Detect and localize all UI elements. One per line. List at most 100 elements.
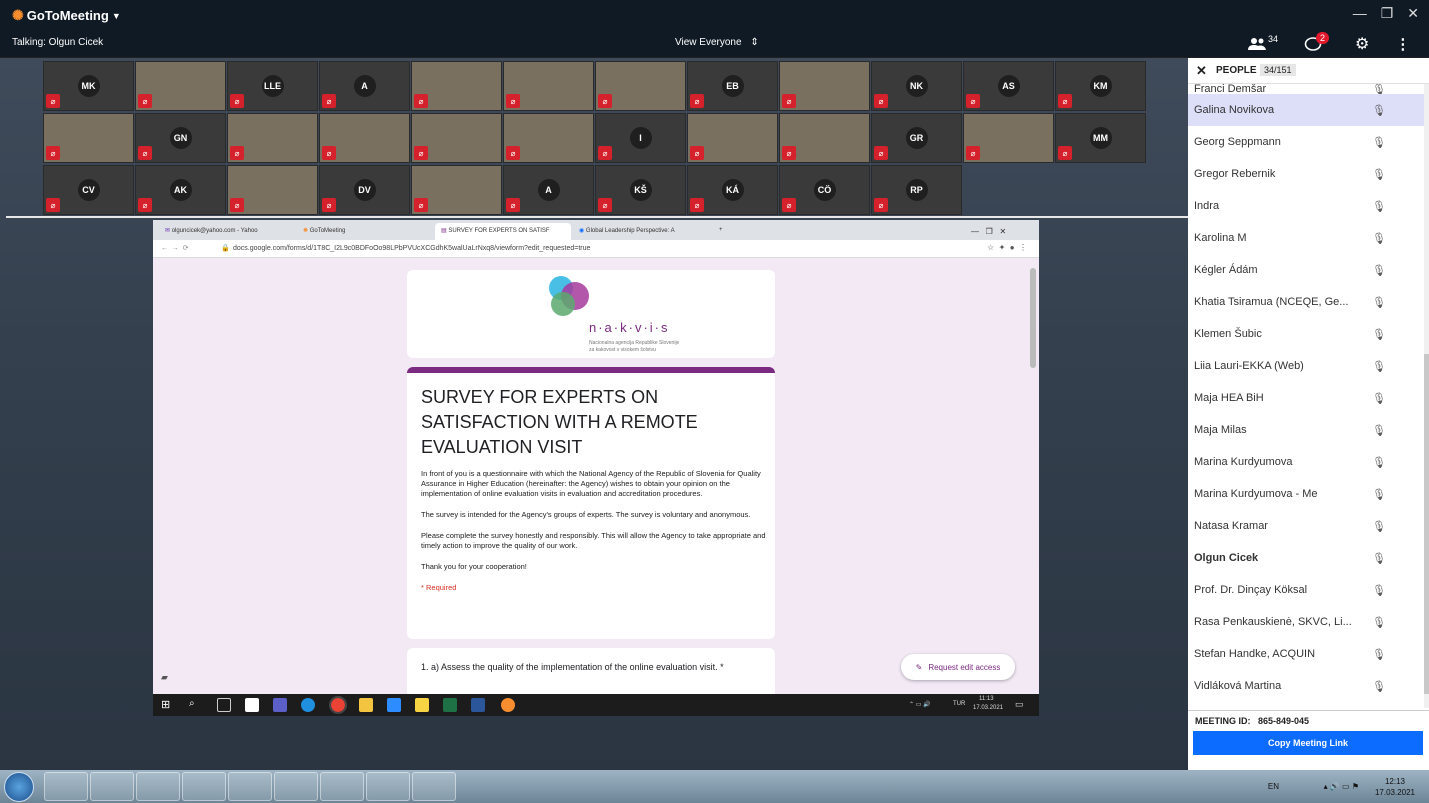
gotomeeting-icon[interactable]	[412, 772, 456, 801]
calculator-icon[interactable]	[182, 772, 226, 801]
video-tile[interactable]: MK ⌀	[43, 61, 134, 111]
video-tile[interactable]: CV ⌀	[43, 165, 134, 215]
participant-row[interactable]: Liia Lauri-EKKA (Web) 🎙	[1188, 350, 1424, 382]
mic-muted-icon[interactable]: 🎙	[1372, 168, 1386, 181]
sticky-notes-icon[interactable]	[415, 698, 429, 712]
address-bar[interactable]: ← → ⟳ 🔒 docs.google.com/forms/d/1T8C_I2L…	[153, 240, 1039, 258]
video-tile[interactable]: ⌀	[779, 113, 870, 163]
mic-muted-icon[interactable]: 🎙	[1372, 584, 1386, 597]
video-tile[interactable]: ⌀	[963, 113, 1054, 163]
video-tile[interactable]: A ⌀	[319, 61, 410, 111]
video-tile[interactable]: ⌀	[411, 61, 502, 111]
participant-row[interactable]: Maja HEA BiH 🎙	[1188, 382, 1424, 414]
taskbar-clock[interactable]: 12:13 17.03.2021	[1375, 776, 1415, 798]
video-tile[interactable]: CÖ ⌀	[779, 165, 870, 215]
participant-row[interactable]: Rasa Penkauskienė, SKVC, Li... 🎙	[1188, 606, 1424, 638]
video-tile[interactable]: KÁ ⌀	[687, 165, 778, 215]
excel-icon[interactable]	[443, 698, 457, 712]
participant-row[interactable]: Galina Novikova 🎙	[1188, 94, 1424, 126]
gotomeeting-icon[interactable]	[501, 698, 515, 712]
screen-share-divider[interactable]	[6, 216, 1188, 218]
participant-row[interactable]: Vidláková Martina 🎙	[1188, 670, 1424, 702]
chrome-icon[interactable]	[329, 696, 347, 714]
participant-row[interactable]: Georg Seppmann 🎙	[1188, 126, 1424, 158]
participant-row[interactable]: Olgun Cicek 🎙	[1188, 542, 1424, 574]
mic-muted-icon[interactable]: 🎙	[1372, 648, 1386, 661]
video-tile[interactable]: ⌀	[411, 165, 502, 215]
people-button[interactable]: 34	[1248, 34, 1278, 51]
participant-row[interactable]: Stefan Handke, ACQUIN 🎙	[1188, 638, 1424, 670]
participant-row[interactable]: Gregor Rebernik 🎙	[1188, 158, 1424, 190]
video-tile[interactable]: ⌀	[227, 165, 318, 215]
restore-button[interactable]: ❐	[1381, 5, 1394, 22]
windows-start-icon[interactable]: ⊞	[161, 698, 170, 711]
video-tile[interactable]: ⌀	[503, 113, 594, 163]
participant-row[interactable]: Klemen Šubic 🎙	[1188, 318, 1424, 350]
video-tile[interactable]: DV ⌀	[319, 165, 410, 215]
browser-tab[interactable]: ◉ Global Leadership Perspective: A	[573, 223, 709, 240]
mic-muted-icon[interactable]: 🎙	[1372, 424, 1386, 437]
video-tile[interactable]: AK ⌀	[135, 165, 226, 215]
media-player-icon[interactable]	[44, 772, 88, 801]
mic-muted-icon[interactable]: 🎙	[1372, 328, 1386, 341]
video-tile[interactable]: ⌀	[503, 61, 594, 111]
mic-muted-icon[interactable]: 🎙	[1372, 616, 1386, 629]
mic-muted-icon[interactable]: 🎙	[1372, 392, 1386, 405]
video-tile[interactable]: KM ⌀	[1055, 61, 1146, 111]
video-tile[interactable]: ⌀	[779, 61, 870, 111]
video-tile[interactable]: I ⌀	[595, 113, 686, 163]
browser-window-controls[interactable]: — ❐ ✕	[965, 223, 1012, 240]
minimize-button[interactable]: —	[1353, 5, 1367, 22]
app-menu-button[interactable]: ✺ GoToMeeting ▼	[12, 7, 121, 24]
video-tile[interactable]: ⌀	[135, 61, 226, 111]
search-icon[interactable]: ⌕	[189, 698, 195, 709]
video-tile[interactable]: ⌀	[227, 113, 318, 163]
video-tile[interactable]: LLE ⌀	[227, 61, 318, 111]
zoom-icon[interactable]	[387, 698, 401, 712]
copy-meeting-link-button[interactable]: Copy Meeting Link	[1193, 731, 1423, 755]
chrome-icon[interactable]	[228, 772, 272, 801]
mic-muted-icon[interactable]: 🎙	[1372, 232, 1386, 245]
mic-muted-icon[interactable]: 🎙	[1372, 360, 1386, 373]
video-tile[interactable]: EB ⌀	[687, 61, 778, 111]
start-orb-icon[interactable]	[4, 772, 34, 802]
video-tile[interactable]: GN ⌀	[135, 113, 226, 163]
browser-actions-icon[interactable]: ☆ ✦ ● ⋮	[987, 243, 1027, 252]
video-tile[interactable]: GR ⌀	[871, 113, 962, 163]
close-panel-icon[interactable]: ✕	[1196, 63, 1207, 79]
video-tile[interactable]: NK ⌀	[871, 61, 962, 111]
participant-row[interactable]: Marina Kurdyumova 🎙	[1188, 446, 1424, 478]
video-tile[interactable]: A ⌀	[503, 165, 594, 215]
video-tile[interactable]: MM ⌀	[1055, 113, 1146, 163]
mic-muted-icon[interactable]: 🎙	[1372, 264, 1386, 277]
participant-row[interactable]: Khatia Tsiramua (NCEQE, Ge... 🎙	[1188, 286, 1424, 318]
participant-row[interactable]: Indra 🎙	[1188, 190, 1424, 222]
more-menu-icon[interactable]: ⋮	[1395, 35, 1410, 53]
mic-muted-icon[interactable]: 🎙	[1372, 104, 1386, 117]
mic-muted-icon[interactable]: 🎙	[1372, 456, 1386, 469]
paint-icon[interactable]	[366, 772, 410, 801]
video-tile[interactable]: ⌀	[43, 113, 134, 163]
people-scrollbar[interactable]	[1424, 84, 1429, 708]
participant-row[interactable]: Franci Demšar 🎙	[1188, 84, 1424, 96]
word-icon[interactable]	[136, 772, 180, 801]
new-tab-button[interactable]: +	[713, 223, 729, 240]
store-icon[interactable]	[245, 698, 259, 712]
mic-muted-icon[interactable]: 🎙	[1372, 136, 1386, 149]
mic-muted-icon[interactable]: 🎙	[1372, 296, 1386, 309]
feedback-icon[interactable]: ▰	[161, 672, 168, 683]
file-explorer-icon[interactable]	[320, 772, 364, 801]
browser-tab[interactable]: ✉ olguncicek@yahoo.com - Yahoo	[159, 223, 295, 240]
browser-tab[interactable]: ✺ GoToMeeting	[297, 223, 433, 240]
mic-muted-icon[interactable]: 🎙	[1372, 520, 1386, 533]
task-view-icon[interactable]	[217, 698, 231, 712]
video-tile[interactable]: KŠ ⌀	[595, 165, 686, 215]
powerpoint-icon[interactable]	[274, 772, 318, 801]
video-tile[interactable]: ⌀	[595, 61, 686, 111]
close-button[interactable]: ✕	[1407, 5, 1419, 22]
participant-row[interactable]: Karolina M 🎙	[1188, 222, 1424, 254]
tray-icons[interactable]: ▴ 🔊 ▭ ⚑	[1324, 782, 1359, 791]
notifications-icon[interactable]: ▭	[1015, 699, 1024, 710]
video-tile[interactable]: AS ⌀	[963, 61, 1054, 111]
request-edit-access-button[interactable]: ✎ Request edit access	[901, 654, 1015, 680]
